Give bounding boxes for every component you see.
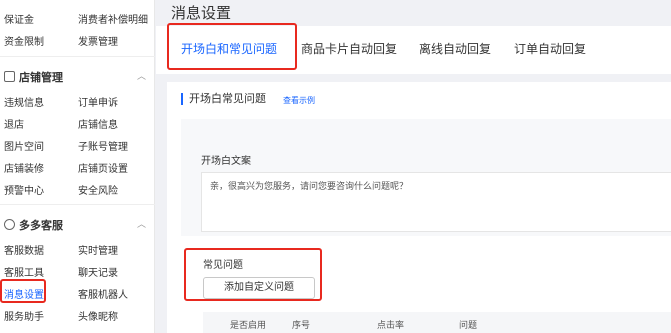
add-custom-question-button[interactable]: 添加自定义问题 — [203, 277, 315, 299]
sidebar-item-invoice[interactable]: 发票管理 — [78, 33, 118, 48]
tab-greeting-faq[interactable]: 开场白和常见问题 — [181, 40, 277, 57]
sidebar-row: 客服数据 实时管理 — [4, 242, 118, 257]
chevron-up-icon: ︿ — [136, 220, 146, 230]
sidebar-row: 退店 店铺信息 — [4, 116, 118, 131]
sidebar-item-deposit[interactable]: 保证金 消费者补偿明细 — [4, 11, 148, 26]
sidebar-item-cs-tools[interactable]: 客服工具 — [4, 264, 44, 279]
sidebar-item-consumer-compensation[interactable]: 消费者补偿明细 — [78, 11, 148, 26]
sidebar-row: 预警中心 安全风险 — [4, 182, 118, 197]
greeting-label: 开场白文案 — [201, 156, 251, 167]
sidebar-row: 消息设置 客服机器人 — [4, 286, 128, 301]
headset-icon — [4, 219, 15, 230]
sidebar-item-realtime-management[interactable]: 实时管理 — [78, 242, 118, 257]
main-content: 消息设置 开场白和常见问题 商品卡片自动回复 离线自动回复 订单自动回复 开场白… — [156, 0, 671, 333]
sidebar-item-chat-history[interactable]: 聊天记录 — [78, 264, 118, 279]
sidebar-item-store-page-settings[interactable]: 店铺页设置 — [78, 160, 128, 175]
sidebar-item-cs-data[interactable]: 客服数据 — [4, 242, 44, 257]
view-example-link[interactable]: 查看示例 — [283, 95, 315, 106]
page-title: 消息设置 — [171, 4, 232, 22]
tab-offline-reply[interactable]: 离线自动回复 — [419, 40, 491, 57]
sidebar-item-cs-robot[interactable]: 客服机器人 — [78, 286, 128, 301]
faq-label: 常见问题 — [203, 260, 243, 271]
tab-product-card-reply[interactable]: 商品卡片自动回复 — [301, 40, 397, 57]
sidebar-item-alert-center[interactable]: 预警中心 — [4, 182, 44, 197]
sidebar-item-security-risk[interactable]: 安全风险 — [78, 182, 118, 197]
sidebar-row: 服务助手 头像昵称 — [4, 308, 118, 323]
sidebar: 保证金 消费者补偿明细 资金限制 发票管理 店铺管理 ︿ 违规信息 订单申诉 退… — [0, 0, 155, 333]
sidebar-item-store-decoration[interactable]: 店铺装修 — [4, 160, 44, 175]
sidebar-item-message-settings[interactable]: 消息设置 — [4, 286, 44, 301]
sidebar-divider — [0, 56, 155, 57]
sidebar-row: 客服工具 聊天记录 — [4, 264, 118, 279]
greeting-textarea[interactable]: 亲，很高兴为您服务，请问您要咨询什么问题呢？ — [201, 172, 671, 232]
section-title: 开场白常见问题 — [181, 93, 266, 105]
chevron-up-icon: ︿ — [136, 72, 146, 82]
sidebar-item-order-appeal[interactable]: 订单申诉 — [78, 94, 118, 109]
sidebar-item-fund-limit[interactable]: 资金限制 发票管理 — [4, 33, 118, 48]
sidebar-item-store-info[interactable]: 店铺信息 — [78, 116, 118, 131]
sidebar-group-customer-service[interactable]: 多多客服 ︿ — [4, 217, 146, 233]
sidebar-item-service-assistant[interactable]: 服务助手 — [4, 308, 44, 323]
store-icon — [4, 71, 15, 82]
sidebar-item-avatar-nickname[interactable]: 头像昵称 — [78, 308, 118, 323]
sidebar-row: 违规信息 订单申诉 — [4, 94, 118, 109]
column-header-question: 问题 — [459, 321, 478, 331]
column-header-index: 序号 — [292, 321, 311, 331]
sidebar-group-store-management[interactable]: 店铺管理 ︿ — [4, 69, 146, 85]
sidebar-divider — [0, 204, 155, 205]
tab-order-reply[interactable]: 订单自动回复 — [514, 40, 586, 57]
sidebar-row: 图片空间 子账号管理 — [4, 138, 128, 153]
sidebar-item-close-store[interactable]: 退店 — [4, 116, 24, 131]
group-title: 店铺管理 — [19, 71, 63, 84]
sidebar-item-violation[interactable]: 违规信息 — [4, 94, 44, 109]
faq-table-header: 是否启用 序号 点击率 问题 — [203, 312, 671, 333]
group-title: 多多客服 — [19, 219, 63, 232]
sidebar-item-sub-account[interactable]: 子账号管理 — [78, 138, 128, 153]
column-header-enabled: 是否启用 — [230, 321, 267, 331]
active-tab-indicator — [180, 68, 288, 70]
sidebar-row: 店铺装修 店铺页设置 — [4, 160, 128, 175]
column-header-click-rate: 点击率 — [377, 321, 405, 331]
tab-bar: 开场白和常见问题 商品卡片自动回复 离线自动回复 订单自动回复 — [156, 26, 671, 74]
sidebar-item-image-space[interactable]: 图片空间 — [4, 138, 44, 153]
